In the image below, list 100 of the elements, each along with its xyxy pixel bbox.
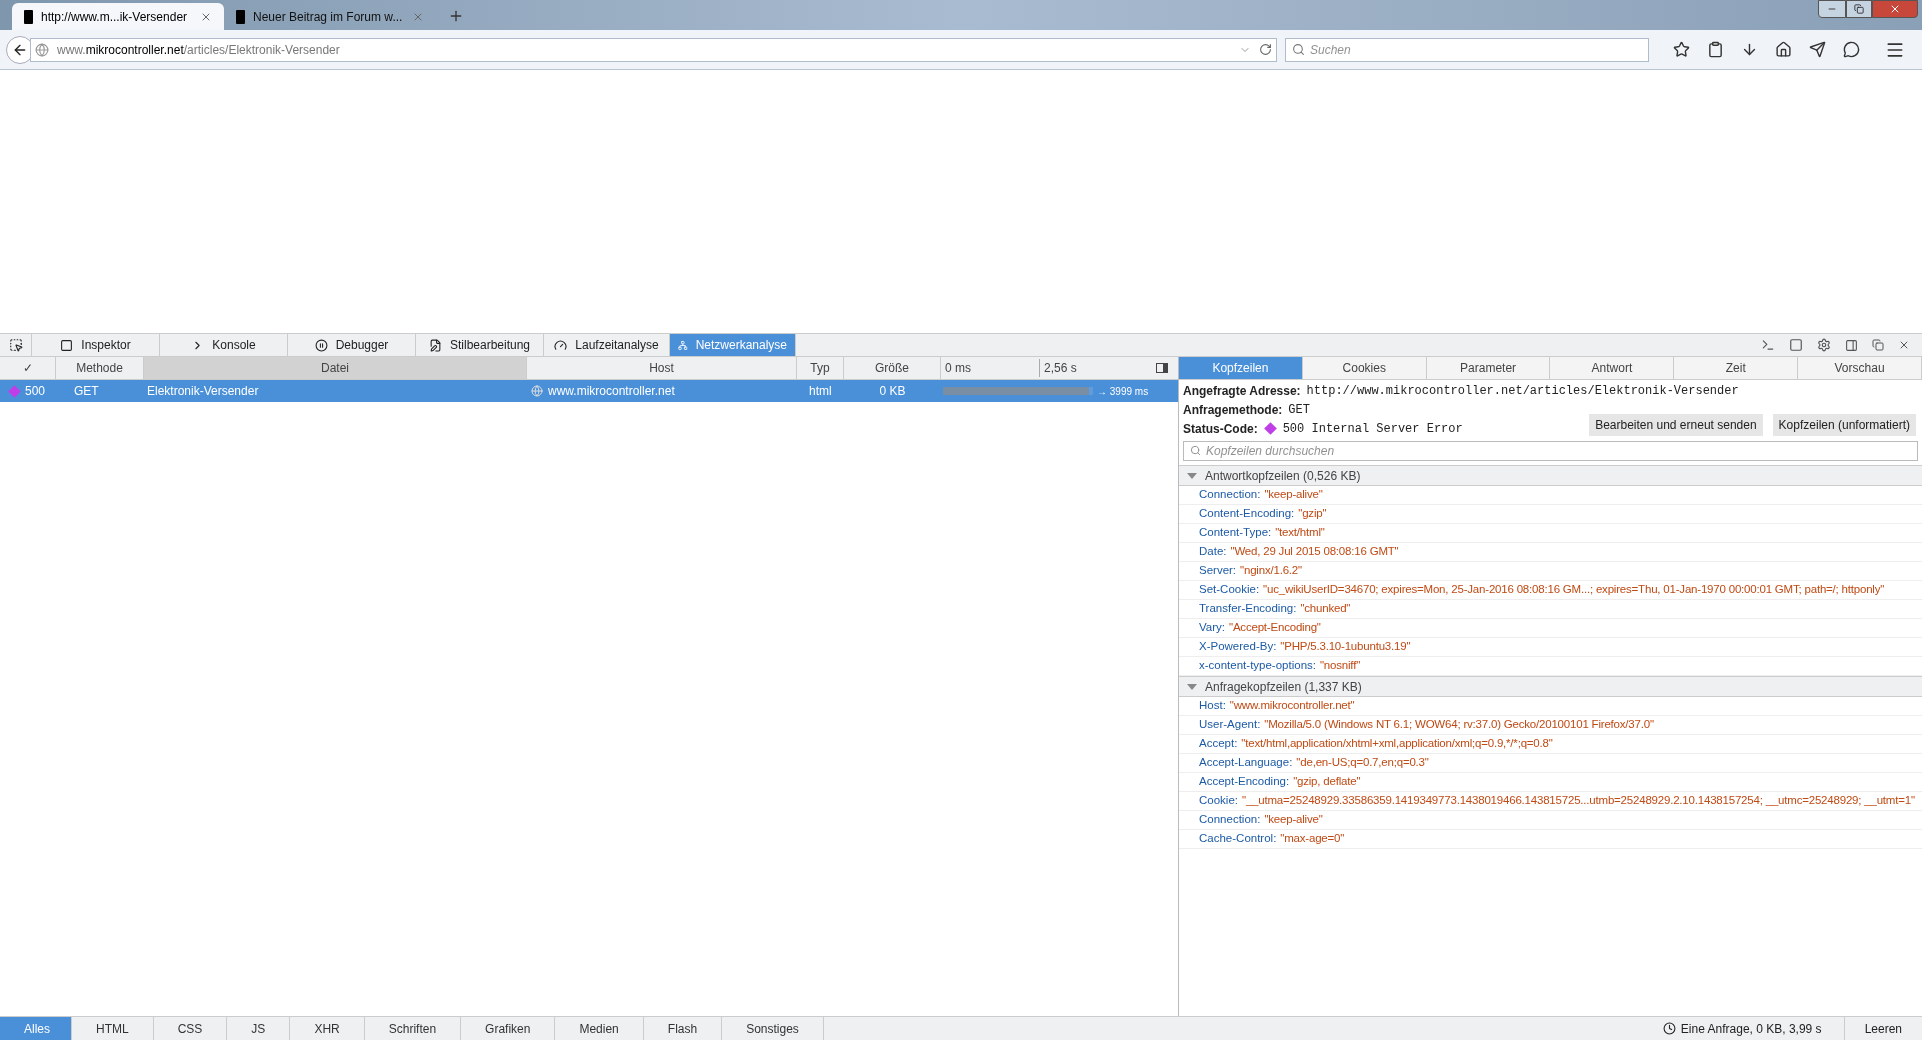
- download-icon[interactable]: [1741, 41, 1758, 58]
- header-name: Host:: [1199, 698, 1226, 714]
- header-action-button[interactable]: Bearbeiten und erneut senden: [1589, 414, 1763, 436]
- filter-button[interactable]: Schriften: [364, 1017, 462, 1040]
- expanded-triangle-icon[interactable]: [1187, 472, 1197, 479]
- column-header[interactable]: Host: [527, 357, 797, 379]
- header-value: "Accept-Encoding": [1229, 620, 1321, 636]
- filter-button[interactable]: CSS: [153, 1017, 228, 1040]
- header-value: "PHP/5.3.10-1ubuntu3.19": [1280, 639, 1411, 655]
- header-value: "Mozilla/5.0 (Windows NT 6.1; WOW64; rv:37.0) Gecko/20100101 Firefox/37.0": [1264, 717, 1654, 733]
- devtools-tab[interactable]: Konsole: [160, 334, 288, 356]
- filter-button[interactable]: HTML: [72, 1017, 154, 1040]
- summary-value: GET: [1288, 401, 1310, 419]
- minimize-button[interactable]: [1818, 0, 1846, 18]
- file-cell: Elektronik-Versender: [147, 384, 259, 398]
- responsive-icon[interactable]: [1789, 338, 1803, 352]
- search-icon: [1292, 42, 1305, 56]
- filter-button[interactable]: Grafiken: [461, 1017, 556, 1040]
- host-cell-text: www.mikrocontroller.net: [548, 383, 675, 400]
- timeline-tick: 0 ms: [945, 359, 1040, 377]
- summary-label: Status-Code:: [1183, 420, 1258, 438]
- dock-side-icon[interactable]: [1845, 338, 1858, 352]
- header-value: "de,en-US;q=0.7,en;q=0.3": [1296, 755, 1429, 771]
- details-tab[interactable]: Antwort: [1550, 357, 1675, 379]
- header-name: Connection:: [1199, 812, 1261, 828]
- type-cell: html: [809, 384, 832, 398]
- pause-icon: [314, 338, 328, 352]
- devtools-tab[interactable]: Stilbearbeitung: [416, 334, 544, 356]
- globe-icon: [35, 42, 49, 57]
- column-header[interactable]: Datei: [144, 357, 527, 379]
- header-value: "text/html": [1275, 525, 1325, 541]
- search-field[interactable]: Suchen: [1285, 37, 1649, 62]
- address-bar[interactable]: www.mikrocontroller.net/articles/Elektronik-Versender: [30, 37, 1277, 62]
- devtools-tab[interactable]: Inspektor: [32, 334, 160, 356]
- star-icon[interactable]: [1673, 41, 1690, 58]
- favicon-icon: [24, 9, 33, 24]
- paper-plane-icon[interactable]: [1809, 41, 1826, 58]
- header-value: "gzip, deflate": [1293, 774, 1361, 790]
- header-filter-field[interactable]: Kopfzeilen durchsuchen: [1183, 441, 1918, 461]
- header-value: "Wed, 29 Jul 2015 08:08:16 GMT": [1230, 544, 1399, 560]
- url-text: www.mikrocontroller.net/articles/Elektronik-Versender: [57, 41, 341, 59]
- details-tab[interactable]: Parameter: [1426, 357, 1551, 379]
- header-name: Content-Encoding:: [1199, 506, 1295, 522]
- browser-tab[interactable]: http://www.m...ik-Versender: [12, 3, 224, 30]
- reload-icon[interactable]: [1259, 43, 1272, 56]
- header-name: Connection:: [1199, 487, 1261, 503]
- header-action-button[interactable]: Kopfzeilen (unformatiert): [1772, 414, 1916, 436]
- browser-tab[interactable]: Neuer Beitrag im Forum w...: [224, 3, 436, 30]
- status-code: 500: [25, 383, 46, 400]
- header-name: x-content-type-options:: [1199, 658, 1316, 674]
- edit-icon: [428, 338, 442, 352]
- header-value: "max-age=0": [1280, 831, 1345, 847]
- column-header[interactable]: ✓: [0, 357, 56, 379]
- network-icon: [678, 338, 688, 352]
- header-name: Date:: [1199, 544, 1227, 560]
- header-name: User-Agent:: [1199, 717, 1261, 733]
- undock-icon[interactable]: [1872, 339, 1884, 351]
- summary-label: Angefragte Adresse:: [1183, 382, 1301, 400]
- header-value: "text/html,application/xhtml+xml,application/xml;q=0.9,*/*;q=0.8": [1241, 736, 1553, 752]
- settings-icon[interactable]: [1817, 338, 1831, 352]
- summary-label: Anfragemethode:: [1183, 401, 1283, 419]
- header-name: X-Powered-By:: [1199, 639, 1277, 655]
- header-group-title[interactable]: Antwortkopfzeilen (0,526 KB): [1179, 465, 1922, 486]
- filter-button[interactable]: Medien: [555, 1017, 644, 1040]
- expanded-triangle-icon[interactable]: [1187, 683, 1197, 690]
- header-value: "www.mikrocontroller.net": [1229, 698, 1355, 714]
- details-tab[interactable]: Vorschau: [1798, 357, 1922, 379]
- console-split-icon[interactable]: [1761, 338, 1775, 352]
- details-tab[interactable]: Zeit: [1674, 357, 1799, 379]
- close-icon: [1889, 3, 1901, 15]
- new-tab-icon[interactable]: [448, 8, 464, 24]
- tab-title: http://www.m...ik-Versender: [41, 8, 189, 26]
- header-group-title[interactable]: Anfragekopfzeilen (1,337 KB): [1179, 676, 1922, 697]
- header-value: "gzip": [1298, 506, 1327, 522]
- details-tab[interactable]: Cookies: [1302, 357, 1427, 379]
- column-header[interactable]: Größe: [844, 357, 941, 379]
- clock-icon: [1662, 1022, 1676, 1035]
- home-icon[interactable]: [1775, 41, 1792, 58]
- header-name: Accept:: [1199, 736, 1238, 752]
- header-name: Set-Cookie:: [1199, 582, 1260, 598]
- clear-button[interactable]: Leeren: [1843, 1017, 1922, 1040]
- devtools-tab[interactable]: Debugger: [288, 334, 416, 356]
- summary-value: 500 Internal Server Error: [1282, 420, 1463, 438]
- column-header[interactable]: Typ: [797, 357, 844, 379]
- gauge-icon: [554, 338, 568, 352]
- header-name: Cookie:: [1199, 793, 1238, 809]
- favicon-icon: [236, 9, 245, 24]
- header-value: "nginx/1.6.2": [1240, 563, 1302, 579]
- clipboard-icon[interactable]: [1707, 41, 1724, 58]
- expand-panel-icon[interactable]: [1156, 363, 1168, 373]
- header-name: Cache-Control:: [1199, 831, 1277, 847]
- maximize-button[interactable]: [1846, 0, 1872, 18]
- close-icon[interactable]: [1898, 339, 1910, 351]
- filter-button[interactable]: JS: [227, 1017, 291, 1040]
- filter-button[interactable]: XHR: [290, 1017, 365, 1040]
- filter-button[interactable]: Flash: [643, 1017, 723, 1040]
- filter-button[interactable]: Sonstiges: [722, 1017, 824, 1040]
- chat-bubble-icon[interactable]: [1843, 41, 1860, 58]
- pick-element-icon: [8, 338, 23, 352]
- request-summary: Eine Anfrage, 0 KB, 3,99 s: [1680, 1020, 1822, 1038]
